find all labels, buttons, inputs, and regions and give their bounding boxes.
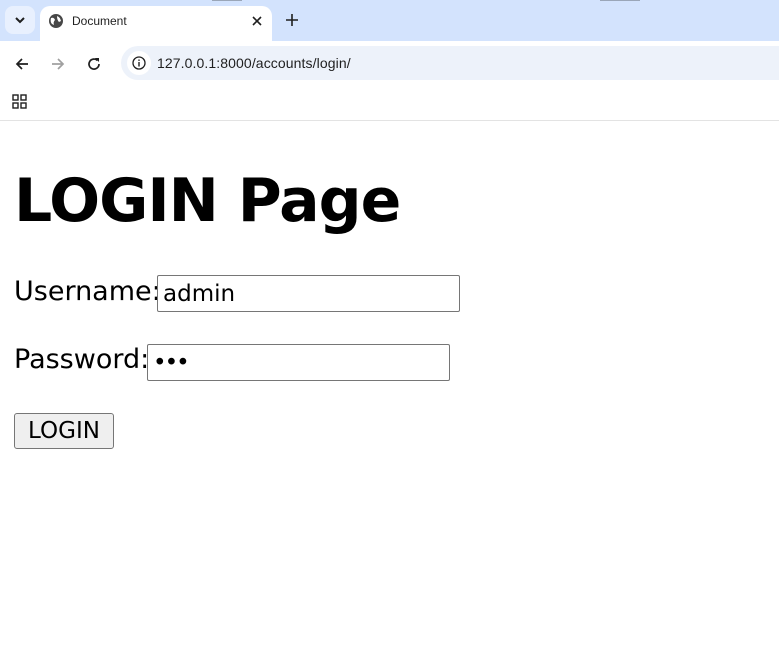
active-tab[interactable]: Document xyxy=(40,6,272,41)
login-button[interactable]: LOGIN xyxy=(14,413,114,449)
browser-toolbar: 127.0.0.1:8000/accounts/login/ xyxy=(0,41,779,86)
arrow-right-icon xyxy=(52,58,65,70)
password-input[interactable] xyxy=(147,344,450,381)
apps-grid-icon[interactable] xyxy=(11,93,29,111)
tab-search-button[interactable] xyxy=(5,6,35,34)
arrow-left-icon xyxy=(15,58,28,70)
forward-button[interactable] xyxy=(44,50,72,78)
page-content: LOGIN Page Username: Password: LOGIN xyxy=(0,121,779,654)
tab-strip-edge xyxy=(600,0,640,1)
page-title: LOGIN Page xyxy=(14,166,401,236)
tab-title: Document xyxy=(72,14,127,28)
username-label: Username: xyxy=(14,276,161,307)
bookmarks-bar xyxy=(0,86,779,121)
reload-icon xyxy=(88,58,100,70)
close-icon xyxy=(252,16,262,26)
new-tab-button[interactable] xyxy=(280,8,304,32)
site-info-button[interactable] xyxy=(127,51,151,75)
tab-strip-edge xyxy=(212,0,242,1)
reload-button[interactable] xyxy=(80,50,108,78)
globe-icon xyxy=(49,14,63,28)
back-button[interactable] xyxy=(8,50,36,78)
chevron-down-icon xyxy=(15,17,25,24)
address-url: 127.0.0.1:8000/accounts/login/ xyxy=(157,55,351,71)
info-icon xyxy=(132,56,146,70)
tab-strip: Document xyxy=(0,0,779,41)
plus-icon xyxy=(286,14,298,26)
tab-close-button[interactable] xyxy=(248,12,266,30)
username-input[interactable] xyxy=(157,275,460,312)
address-bar[interactable]: 127.0.0.1:8000/accounts/login/ xyxy=(121,46,779,80)
password-label: Password: xyxy=(14,344,150,375)
